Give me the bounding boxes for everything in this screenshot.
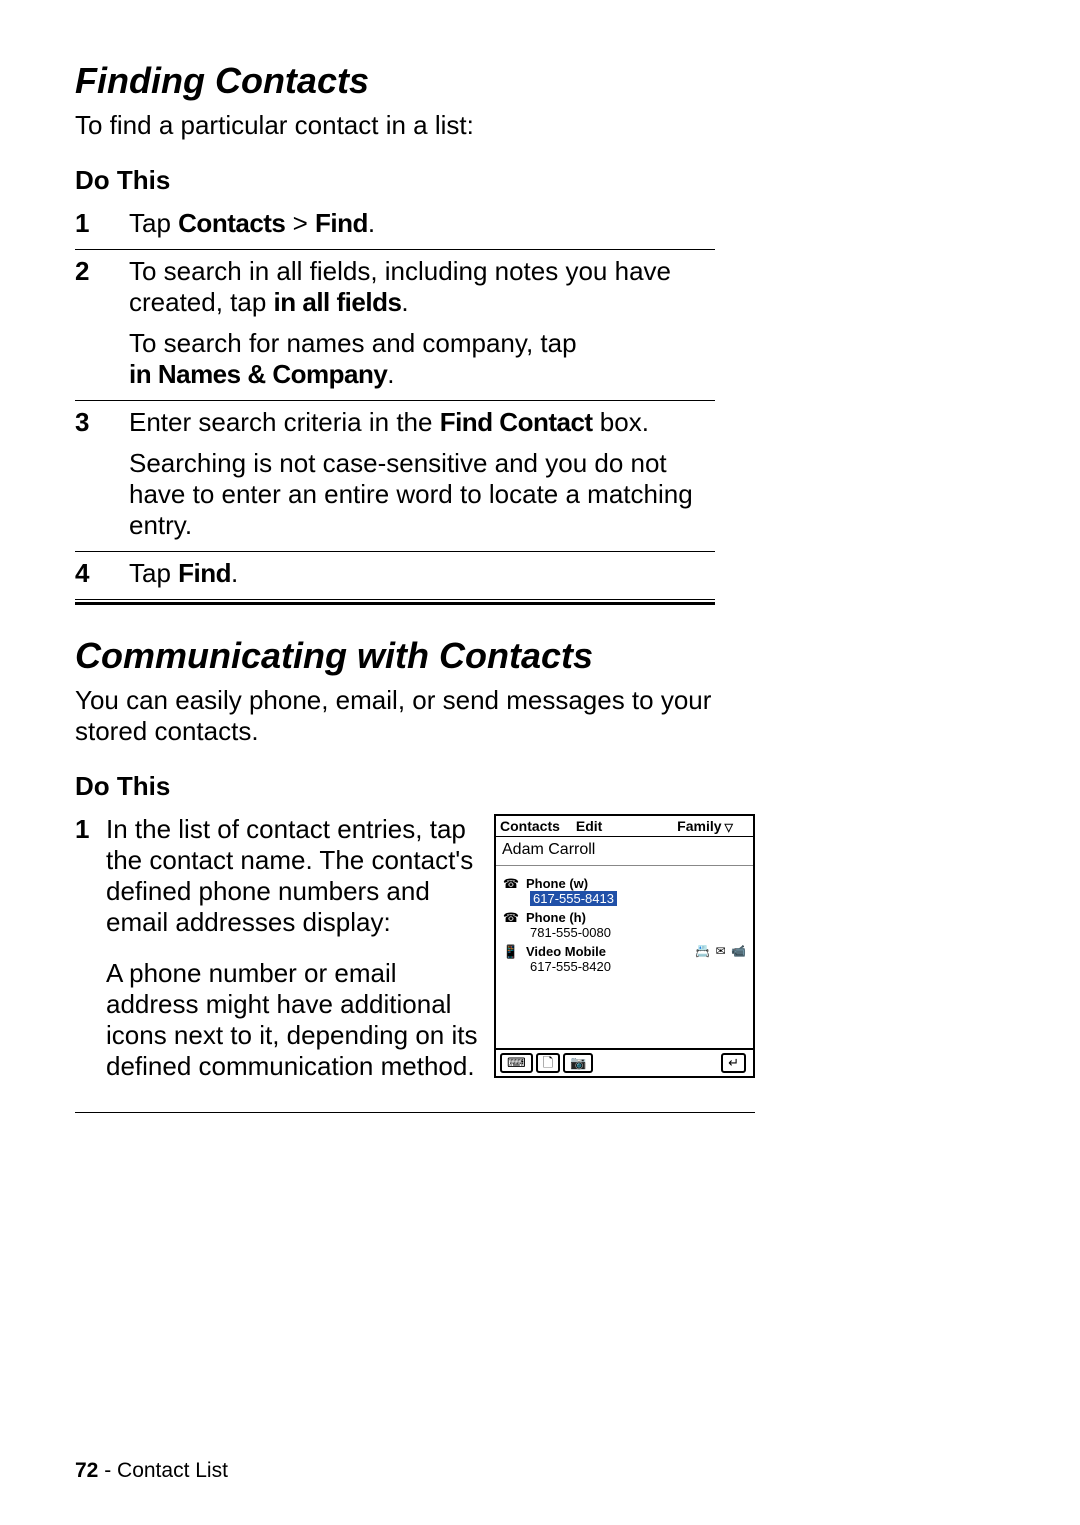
bottom-toolbar: ⌨ 🗋 📷 ↵: [496, 1048, 753, 1076]
step-text: Tap Find.: [129, 552, 715, 600]
selected-number[interactable]: 617-555-8413: [530, 891, 617, 906]
menu-family-dropdown[interactable]: Family: [677, 818, 733, 834]
page-footer: 72 - Contact List: [75, 1459, 228, 1483]
menu-bar: Contacts Edit Family: [496, 816, 753, 837]
intro-communicating: You can easily phone, email, or send mes…: [75, 685, 755, 747]
step-number: 1: [75, 202, 129, 250]
contact-row-phone-home[interactable]: ☎ Phone (h) 781-555-0080: [502, 908, 747, 942]
steps-table-1: 1 Tap Contacts > Find. 2 To search in al…: [75, 202, 715, 599]
do-this-label-1: Do This: [75, 165, 1005, 196]
step-para: A phone number or email address might ha…: [106, 958, 486, 1082]
section-end-rule: [75, 599, 715, 605]
contact-row-video-mobile[interactable]: 📱 Video Mobile 617-555-8420 📇 ✉ 📹: [502, 942, 747, 976]
return-button[interactable]: ↵: [721, 1053, 746, 1073]
camera-icon: 📹: [731, 944, 747, 958]
step-number: 2: [75, 250, 129, 401]
mail-icon: ✉: [716, 944, 727, 958]
step-number: 4: [75, 552, 129, 600]
step-text: In the list of contact entries, tap the …: [106, 808, 755, 1113]
card-icon: 📇: [695, 944, 711, 958]
phone-icon: ☎: [502, 876, 520, 892]
new-button[interactable]: 🗋: [536, 1053, 560, 1073]
heading-communicating: Communicating with Contacts: [75, 635, 1005, 677]
keyboard-button[interactable]: ⌨: [500, 1053, 533, 1073]
step-text: Enter search criteria in the Find Contac…: [129, 401, 715, 552]
footer-title: Contact List: [117, 1459, 228, 1482]
heading-finding-contacts: Finding Contacts: [75, 60, 1005, 102]
video-icon: 📱: [502, 944, 520, 960]
step-text: Tap Contacts > Find.: [129, 202, 715, 250]
step-number: 3: [75, 401, 129, 552]
comm-method-icons: 📇 ✉ 📹: [695, 944, 747, 958]
menu-contacts[interactable]: Contacts: [500, 818, 560, 834]
step-text: To search in all fields, including notes…: [129, 250, 715, 401]
contact-row-phone-work[interactable]: ☎ Phone (w) 617-555-8413: [502, 874, 747, 908]
menu-edit[interactable]: Edit: [576, 818, 602, 834]
intro-finding: To find a particular contact in a list:: [75, 110, 1005, 141]
do-this-label-2: Do This: [75, 771, 1005, 802]
step-number: 1: [75, 808, 106, 1113]
page-number: 72: [75, 1459, 98, 1482]
device-screenshot: Contacts Edit Family Adam Carroll ☎ Phon…: [494, 814, 755, 1078]
step-para: In the list of contact entries, tap the …: [106, 814, 486, 938]
phone-icon: ☎: [502, 910, 520, 926]
contact-name: Adam Carroll: [496, 837, 753, 866]
steps-table-2: 1 In the list of contact entries, tap th…: [75, 808, 755, 1113]
camera-button[interactable]: 📷: [563, 1053, 593, 1073]
